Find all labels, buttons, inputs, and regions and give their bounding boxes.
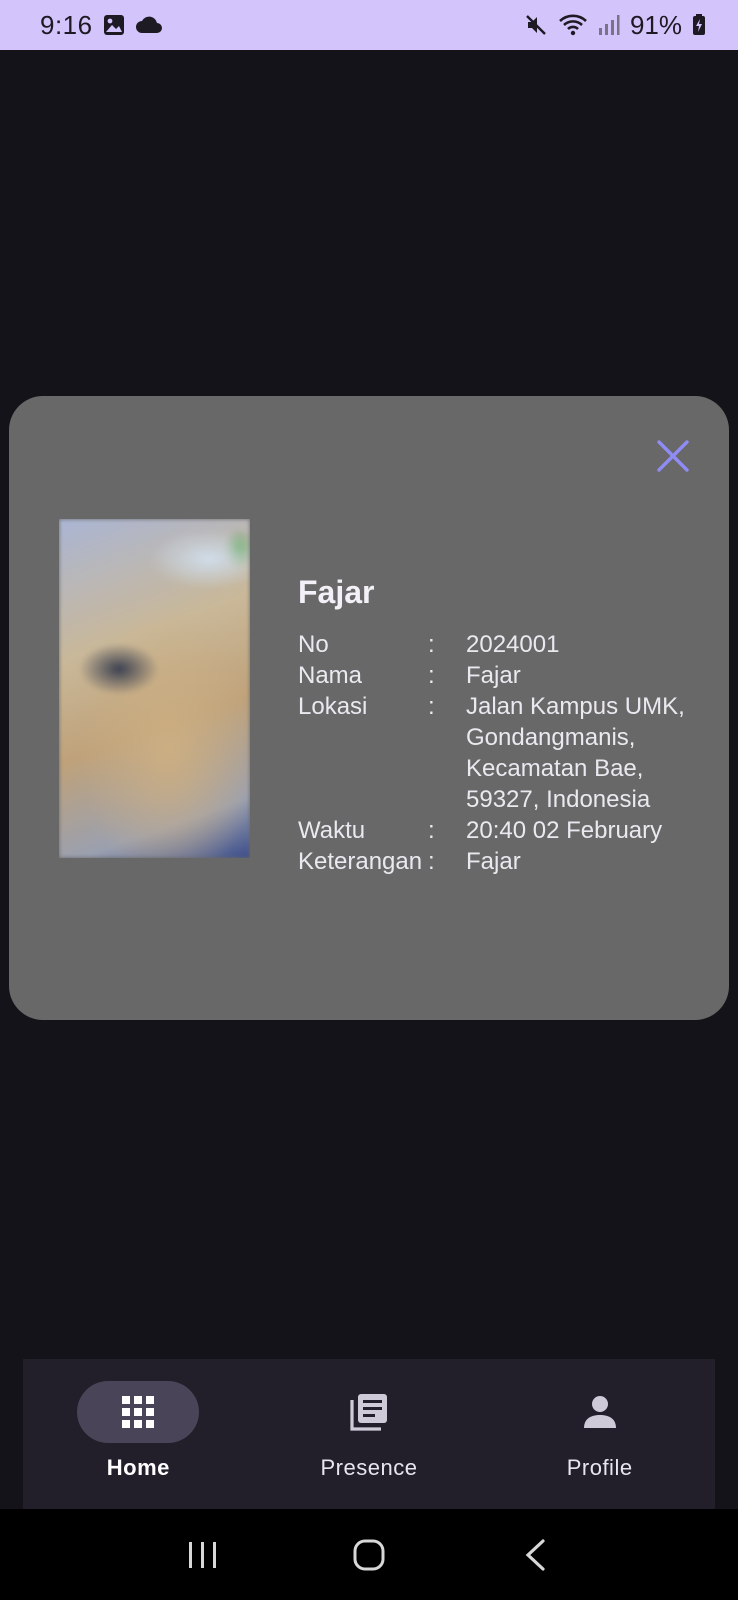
info-row-no: No : 2024001	[298, 629, 708, 660]
info-label: Keterangan	[298, 848, 423, 875]
nav-item-profile[interactable]: Profile	[500, 1381, 700, 1481]
info-separator: :	[428, 817, 435, 844]
info-separator: :	[428, 662, 435, 689]
status-time: 9:16	[40, 9, 93, 40]
info-label: Lokasi	[298, 693, 368, 720]
info-row-lokasi: Lokasi : Jalan Kampus UMK, Gondangmanis,…	[298, 691, 708, 815]
person-name: Fajar	[298, 574, 375, 610]
info-value: Fajar	[466, 848, 521, 875]
presence-info: Fajar No : 2024001 Nama : Fajar Lokasi :…	[298, 574, 708, 877]
back-button[interactable]	[505, 1525, 565, 1585]
nav-active-indicator	[77, 1381, 200, 1443]
nav-label-presence: Presence	[320, 1455, 418, 1480]
info-label: Nama	[298, 662, 363, 689]
battery-charging-icon	[692, 14, 706, 36]
nav-item-presence[interactable]: Presence	[269, 1381, 469, 1481]
status-bar: 9:16 91%	[0, 0, 738, 50]
info-separator: :	[428, 693, 435, 720]
status-right: 91%	[524, 10, 706, 41]
presence-detail-dialog: Fajar No : 2024001 Nama : Fajar Lokasi :…	[9, 396, 729, 1020]
wifi-icon	[558, 13, 588, 37]
info-value: 20:40 02 February	[466, 817, 663, 844]
battery-percent: 91%	[629, 9, 682, 40]
recent-apps-icon	[189, 1541, 216, 1568]
nav-label-profile: Profile	[566, 1455, 633, 1480]
info-row-waktu: Waktu : 20:40 02 February	[298, 815, 708, 846]
presence-photo	[59, 519, 250, 858]
info-label: No	[298, 631, 329, 658]
system-navigation-bar	[0, 1509, 738, 1600]
nav-label-home: Home	[106, 1455, 170, 1480]
gallery-icon	[103, 14, 125, 36]
info-value: Jalan Kampus UMK, Gondangmanis, Kecamata…	[466, 693, 685, 813]
info-separator: :	[428, 848, 435, 875]
status-left: 9:16	[40, 10, 163, 41]
bottom-navigation: Home Presence Profile	[23, 1359, 715, 1509]
cloud-icon	[135, 15, 163, 35]
app-screen: 9:16 91% Fajar No: 2024001 Nama: Fajar…	[0, 0, 738, 1600]
nav-icon-container	[539, 1381, 661, 1443]
signal-icon	[598, 14, 620, 36]
person-icon	[583, 1396, 616, 1428]
info-value: Fajar	[466, 662, 521, 689]
recent-apps-button[interactable]	[173, 1525, 233, 1585]
mute-icon	[524, 13, 548, 37]
close-button[interactable]	[653, 436, 693, 476]
info-label: Waktu	[298, 817, 366, 844]
info-row-keterangan: Keterangan : Fajar	[298, 846, 708, 877]
nav-item-home[interactable]: Home	[38, 1381, 238, 1481]
info-row-nama: Nama : Fajar	[298, 660, 708, 691]
nav-icon-container	[308, 1381, 430, 1443]
close-icon	[657, 440, 689, 472]
home-button[interactable]	[339, 1525, 399, 1585]
back-icon	[525, 1538, 545, 1571]
info-value: 2024001	[466, 631, 560, 658]
info-separator: :	[428, 631, 435, 658]
list-icon	[350, 1394, 387, 1431]
grid-icon	[122, 1396, 155, 1428]
presence-photo-image	[59, 519, 250, 858]
home-icon	[353, 1539, 385, 1570]
